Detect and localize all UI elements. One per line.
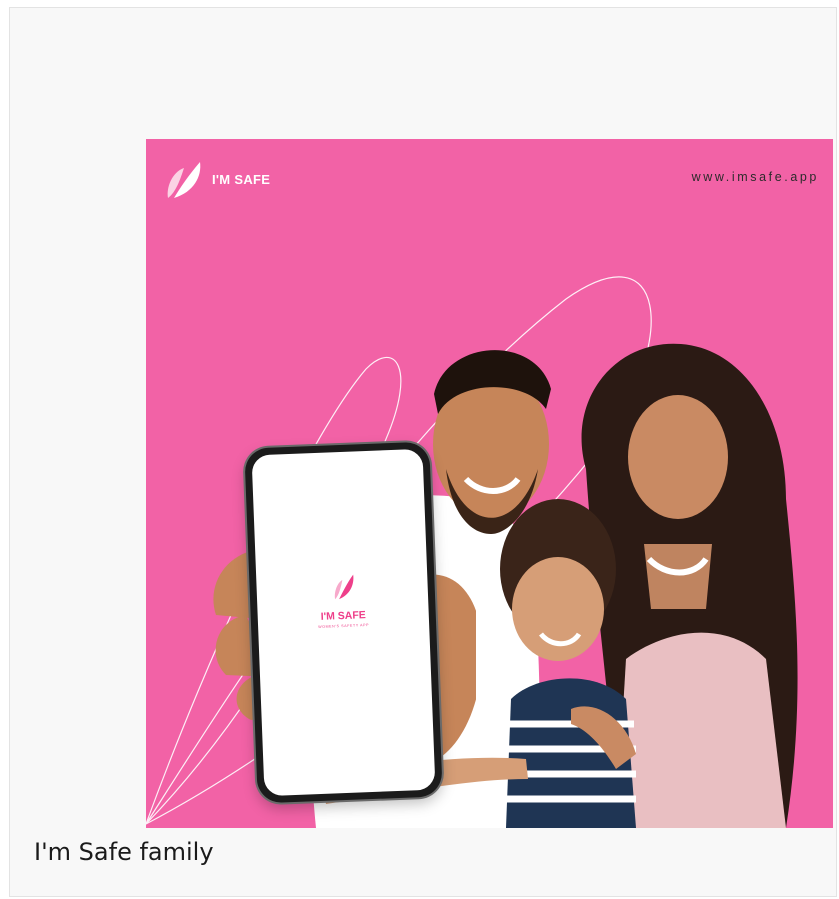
phone-in-hand: I'M SAFE WOMEN'S SAFETY APP <box>186 441 476 805</box>
promo-banner-image: I'M SAFE www.imsafe.app I'M SAFE WOMEN'S… <box>146 139 833 828</box>
image-card: I'M SAFE www.imsafe.app I'M SAFE WOMEN'S… <box>9 7 837 897</box>
image-caption: I'm Safe family <box>34 838 214 866</box>
app-logo-icon <box>334 574 354 600</box>
smartphone: I'M SAFE WOMEN'S SAFETY APP <box>244 441 443 804</box>
phone-screen: I'M SAFE WOMEN'S SAFETY APP <box>251 448 436 797</box>
